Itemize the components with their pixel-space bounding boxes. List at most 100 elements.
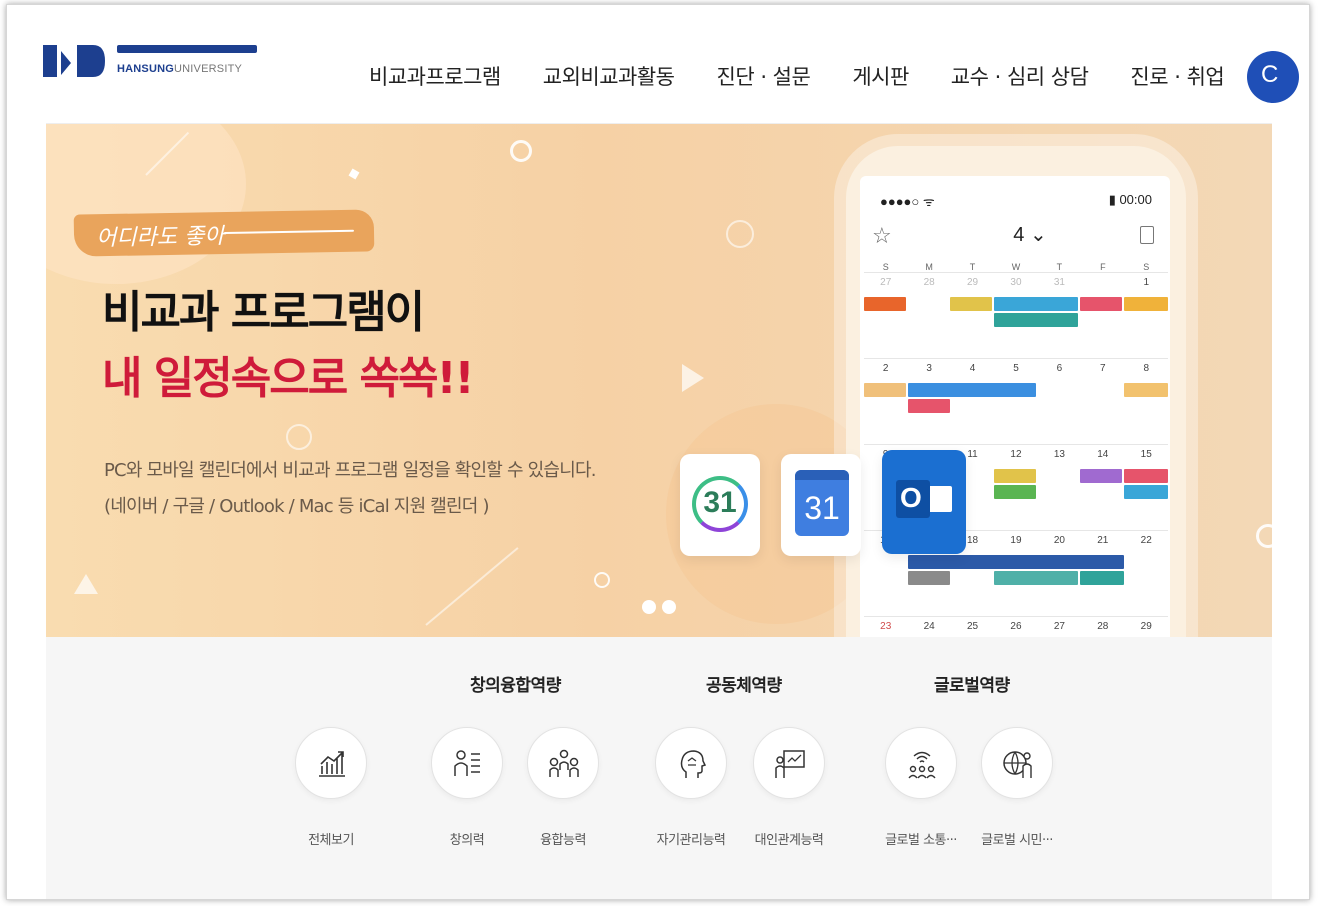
competency-global-communication[interactable]: 글로벌 소통··· xyxy=(882,727,960,848)
category-global: 글로벌역량 xyxy=(934,676,1010,696)
brush-text: 어디라도 좋아 xyxy=(95,223,225,252)
wifi-people-icon[interactable] xyxy=(885,727,957,799)
nav-circle-button[interactable]: C xyxy=(1247,51,1299,103)
phone-screen: ●●●●○ ᯤ ▮ 00:00 ☆ 4 ⌄ S M T W T F S 27 2… xyxy=(860,176,1170,637)
signal-indicator: ●●●●○ ᯤ xyxy=(880,194,935,209)
nav-item-diagnosis-survey[interactable]: 진단 · 설문 xyxy=(717,61,811,91)
calendar-event xyxy=(864,297,906,311)
calendar-date: 26 xyxy=(1010,621,1022,632)
competency-label: 창의력 xyxy=(449,833,485,848)
weekday-label: T xyxy=(1056,262,1063,272)
calendar-week: 23 24 25 26 27 28 29 xyxy=(864,616,1168,637)
competency-label: 글로벌 소통··· xyxy=(885,833,957,848)
competency-label: 글로벌 시민··· xyxy=(981,833,1053,848)
competency-label: 대인관계능력 xyxy=(754,833,824,848)
calendar-date: 1 xyxy=(1143,277,1150,288)
category-community: 공동체역량 xyxy=(706,676,782,696)
ring-decoration xyxy=(594,572,610,588)
logo-mark-icon xyxy=(43,45,105,77)
line-decoration xyxy=(425,547,519,626)
competency-view-all[interactable]: 전체보기 xyxy=(292,727,370,848)
calendar-date: 22 xyxy=(1140,535,1152,546)
triangle-decoration xyxy=(682,364,704,392)
hero-subtitle: 내 일정속으로 쏙쏙!! xyxy=(102,353,475,404)
competency-section: 창의융합역량 공동체역량 글로벌역량 전체보기 창의력 융합능력 자기관리능력 xyxy=(46,637,1272,899)
triangle-decoration xyxy=(74,574,98,594)
calendar-date: 19 xyxy=(1010,535,1022,546)
ring-decoration xyxy=(1256,524,1272,548)
weekday-label: W xyxy=(1011,262,1021,272)
nav-item-external-activities[interactable]: 교외비교과활동 xyxy=(543,61,675,91)
calendar-event xyxy=(1124,297,1168,311)
globe-person-icon[interactable] xyxy=(981,727,1053,799)
site-header: HANSUNGUNIVERSITY 비교과프로그램 교외비교과활동 진단 · 설… xyxy=(7,5,1309,123)
presentation-icon[interactable] xyxy=(753,727,825,799)
calendar-event xyxy=(994,571,1078,585)
calendar-event xyxy=(950,297,992,311)
hansung-logo[interactable]: HANSUNGUNIVERSITY xyxy=(43,39,263,89)
calendar-date: 13 xyxy=(1053,449,1065,460)
calendar-event xyxy=(908,555,1124,569)
calendar-date: 7 xyxy=(1100,363,1106,374)
chart-growth-icon[interactable] xyxy=(295,727,367,799)
weekday-label: S xyxy=(882,262,889,272)
calendar-weekdays: S M T W T F S xyxy=(864,262,1168,272)
calendar-date: 24 xyxy=(923,621,935,632)
calendar-date: 15 xyxy=(1140,449,1152,460)
calendar-date: 23 xyxy=(880,621,892,632)
competency-convergence[interactable]: 융합능력 xyxy=(524,727,602,848)
calendar-event xyxy=(908,383,1036,397)
competency-self-management[interactable]: 자기관리능력 xyxy=(652,727,730,848)
calendar-date: 30 xyxy=(1010,277,1022,288)
nav-item-board[interactable]: 게시판 xyxy=(852,61,909,91)
dot-decoration xyxy=(662,600,676,614)
calendar-date: 4 xyxy=(969,363,976,374)
calendar-date: 31 xyxy=(1053,277,1065,288)
calendar-event xyxy=(1124,469,1168,483)
competency-creativity[interactable]: 창의력 xyxy=(428,727,506,848)
category-creative-convergence: 창의융합역량 xyxy=(470,676,561,696)
calendar-event xyxy=(908,399,950,413)
nav-item-extracurricular[interactable]: 비교과프로그램 xyxy=(369,61,501,91)
calendar-week: 27 28 29 30 31 1 xyxy=(864,272,1168,358)
brush-stroke-label: 어디라도 좋아 xyxy=(73,209,375,257)
calendar-date: 25 xyxy=(966,621,979,632)
bg-blob xyxy=(46,124,246,284)
weekday-label: M xyxy=(925,262,933,272)
competency-global-citizenship[interactable]: 글로벌 시민··· xyxy=(978,727,1056,848)
calendar-event xyxy=(864,383,906,397)
head-profile-icon[interactable] xyxy=(655,727,727,799)
logo-korean-name xyxy=(117,39,257,53)
ring-decoration xyxy=(510,140,532,162)
calendar-date: 12 xyxy=(1010,449,1022,460)
hero-description-note: (네이버 / 구글 / Outlook / Mac 등 iCal 지원 캘린더 … xyxy=(104,496,489,517)
naver-calendar-icon: 31 xyxy=(680,454,760,556)
competency-label: 전체보기 xyxy=(308,833,354,848)
brush-line xyxy=(223,229,354,234)
competency-interpersonal[interactable]: 대인관계능력 xyxy=(750,727,828,848)
phone-status-bar: ●●●●○ ᯤ ▮ 00:00 xyxy=(880,192,1152,210)
weekday-label: T xyxy=(969,262,976,272)
google-calendar-icon: 31 xyxy=(781,454,861,556)
competency-label: 자기관리능력 xyxy=(656,833,726,848)
nav-item-counseling[interactable]: 교수 · 심리 상담 xyxy=(951,61,1089,91)
calendar-date: 28 xyxy=(1097,621,1109,632)
nav-item-career[interactable]: 진로 · 취업 xyxy=(1130,61,1224,91)
calendar-event xyxy=(994,313,1078,327)
hero-banner[interactable]: 어디라도 좋아 비교과 프로그램이 내 일정속으로 쏙쏙!! PC와 모바일 캘… xyxy=(46,123,1272,637)
outlook-letter: O xyxy=(900,482,922,513)
calendar-month: 4 ⌄ xyxy=(1013,224,1047,246)
calendar-date: 2 xyxy=(882,363,889,374)
calendar-date: 27 xyxy=(880,277,892,288)
checklist-person-icon[interactable] xyxy=(431,727,503,799)
calendar-date: 3 xyxy=(926,363,932,374)
weekday-label: F xyxy=(1100,262,1106,272)
calendar-event xyxy=(994,297,1078,311)
calendar-date: 21 xyxy=(1097,535,1109,546)
calendar-event xyxy=(994,469,1036,483)
calendar-date xyxy=(1081,277,1124,288)
calendar-event xyxy=(908,571,950,585)
ring-decoration xyxy=(726,220,754,248)
group-people-icon[interactable] xyxy=(527,727,599,799)
calendar-date: 5 xyxy=(1013,363,1019,374)
